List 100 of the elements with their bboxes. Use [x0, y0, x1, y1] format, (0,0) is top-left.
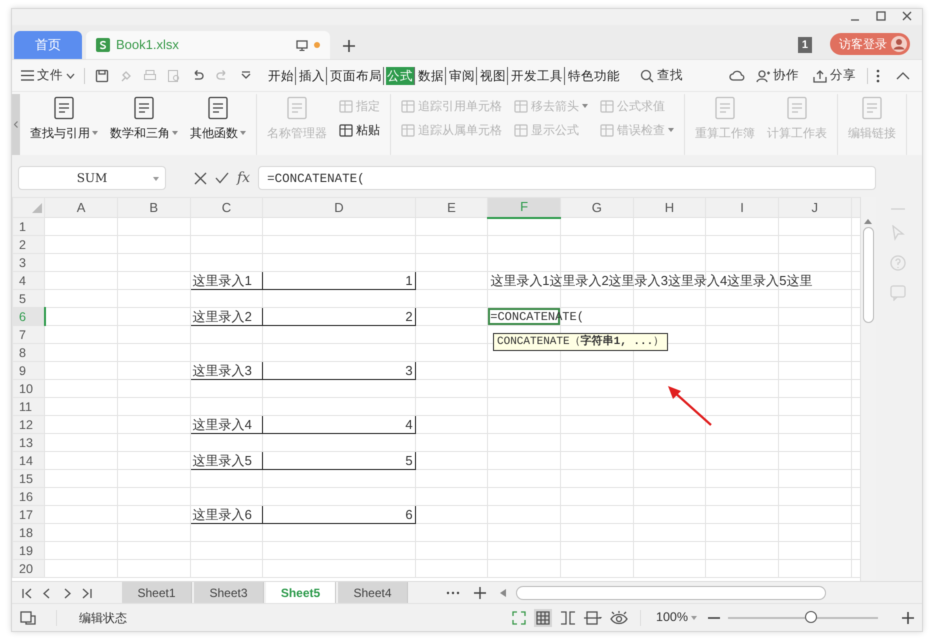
normal-view-icon[interactable]	[534, 608, 552, 626]
row-header[interactable]: 2	[12, 236, 45, 254]
more-icon[interactable]	[446, 590, 460, 594]
row-header[interactable]: 4	[12, 272, 45, 290]
status-text: 编辑状态	[79, 610, 127, 626]
ribbon-tab[interactable]: 特色功能	[567, 66, 621, 84]
row-header[interactable]: 9	[12, 362, 45, 380]
monitor-icon	[296, 40, 308, 50]
file-tab[interactable]: Book1.xlsx	[86, 31, 330, 59]
ribbon-button[interactable]: 粘贴	[337, 121, 382, 139]
ribbon-tab[interactable]: 开发工具	[510, 66, 565, 84]
collaborate-button[interactable]: 协作	[753, 66, 802, 85]
insert-function-button[interactable]: fx	[237, 168, 250, 188]
more-icon[interactable]	[876, 68, 880, 82]
zoom-dropdown[interactable]: 100%	[653, 608, 700, 627]
sheet-tab[interactable]: Sheet3	[194, 582, 264, 604]
table-cell[interactable]: 这里录入6	[190, 506, 263, 524]
row-header[interactable]: 17	[12, 506, 45, 524]
row-header[interactable]: 16	[12, 488, 45, 506]
row-header[interactable]: 8	[12, 344, 45, 362]
row-header[interactable]: 12	[12, 416, 45, 434]
scrollbar-thumb[interactable]	[516, 586, 826, 600]
search-button[interactable]: 查找	[637, 66, 686, 85]
ribbon-tab[interactable]: 审阅	[448, 66, 477, 84]
row-header[interactable]: 1	[12, 218, 45, 236]
last-sheet-icon[interactable]	[82, 588, 92, 599]
caret-icon	[66, 72, 75, 78]
ribbon-tab[interactable]: 视图	[479, 66, 508, 84]
page-layout-icon[interactable]	[584, 610, 602, 624]
maximize-icon[interactable]	[876, 11, 886, 21]
collapse-icon[interactable]	[896, 71, 910, 80]
row-header[interactable]: 10	[12, 380, 45, 398]
file-menu-button[interactable]: 文件	[18, 66, 78, 85]
row-header[interactable]: 14	[12, 452, 45, 470]
column-header[interactable]: B	[117, 198, 190, 218]
plus-icon	[342, 38, 356, 53]
cancel-icon[interactable]	[194, 172, 207, 184]
row-header[interactable]: 5	[12, 290, 45, 308]
ribbon-tab[interactable]: 插入	[298, 66, 327, 84]
row-header[interactable]: 18	[12, 524, 45, 542]
document-icon	[714, 96, 736, 120]
ribbon-tab[interactable]: 数据	[417, 66, 446, 84]
ribbon-tab[interactable]: 公式	[386, 66, 415, 84]
table-cell[interactable]: 5	[262, 452, 416, 470]
table-cell[interactable]: 这里录入1	[190, 272, 263, 290]
column-header[interactable]: J	[778, 198, 852, 218]
table-cell[interactable]: 3	[262, 362, 416, 380]
column-header[interactable]: A	[44, 198, 118, 218]
table-cell[interactable]: 这里录入4	[190, 416, 263, 434]
scroll-up-icon[interactable]	[864, 219, 872, 224]
sheet-tab[interactable]: Sheet5	[266, 582, 336, 604]
table-cell[interactable]: 这里录入1这里录入2这里录入3这里录入4这里录入5这里	[490, 272, 812, 288]
row-header[interactable]: 13	[12, 434, 45, 452]
scroll-left-icon[interactable]	[14, 121, 18, 128]
scrollbar-thumb[interactable]	[863, 227, 874, 323]
add-sheet-icon[interactable]	[474, 586, 486, 598]
table-cell[interactable]: 这里录入3	[190, 362, 263, 380]
row-header[interactable]: 7	[12, 326, 45, 344]
scroll-left-icon[interactable]	[500, 588, 506, 596]
share-button[interactable]: 分享	[810, 66, 859, 85]
zoom-in-icon[interactable]	[902, 612, 914, 624]
column-header[interactable]: G	[560, 198, 634, 218]
table-cell[interactable]: 1	[262, 272, 416, 290]
ribbon-tab[interactable]: 开始	[267, 66, 296, 84]
column-header[interactable]: E	[415, 198, 488, 218]
slider-thumb[interactable]	[804, 610, 816, 622]
next-sheet-icon[interactable]	[62, 588, 72, 599]
first-sheet-icon[interactable]	[22, 588, 32, 599]
save-icon[interactable]	[95, 68, 109, 82]
ribbon-button[interactable]: 数学和三角	[108, 94, 180, 144]
close-icon[interactable]	[902, 11, 912, 21]
fullscreen-icon[interactable]	[512, 610, 526, 624]
column-header[interactable]: D	[262, 198, 416, 218]
eye-icon[interactable]	[610, 610, 628, 624]
table-cell[interactable]: 这里录入2	[190, 308, 263, 326]
ribbon-tab[interactable]: 页面布局	[329, 66, 384, 84]
row-header[interactable]: 15	[12, 470, 45, 488]
previous-sheet-icon[interactable]	[42, 588, 52, 599]
ribbon-button[interactable]: 其他函数	[188, 94, 248, 144]
table-icon	[401, 100, 415, 112]
window-count-badge[interactable]: 1	[798, 36, 812, 53]
formula-input[interactable]: =CONCATENATE(	[258, 166, 876, 190]
column-header[interactable]: C	[190, 198, 263, 218]
sheet-tab[interactable]: Sheet4	[338, 582, 408, 604]
row-header[interactable]: 20	[12, 560, 45, 578]
table-cell[interactable]: 4	[262, 416, 416, 434]
name-box[interactable]: SUM	[18, 166, 166, 190]
check-icon[interactable]	[215, 172, 229, 184]
sheet-tab[interactable]: Sheet1	[122, 582, 192, 604]
table-cell[interactable]: 6	[262, 506, 416, 524]
page-break-icon[interactable]	[560, 610, 576, 624]
row-header[interactable]: 3	[12, 254, 45, 272]
row-header[interactable]: 11	[12, 398, 45, 416]
cloud-icon[interactable]	[729, 68, 745, 82]
column-header[interactable]: I	[706, 198, 778, 218]
table-cell[interactable]: 2	[262, 308, 416, 326]
table-cell[interactable]: 这里录入5	[190, 452, 263, 470]
row-header[interactable]: 19	[12, 542, 45, 560]
ribbon-button[interactable]: 查找与引用	[28, 94, 100, 144]
column-header[interactable]: H	[633, 198, 706, 218]
